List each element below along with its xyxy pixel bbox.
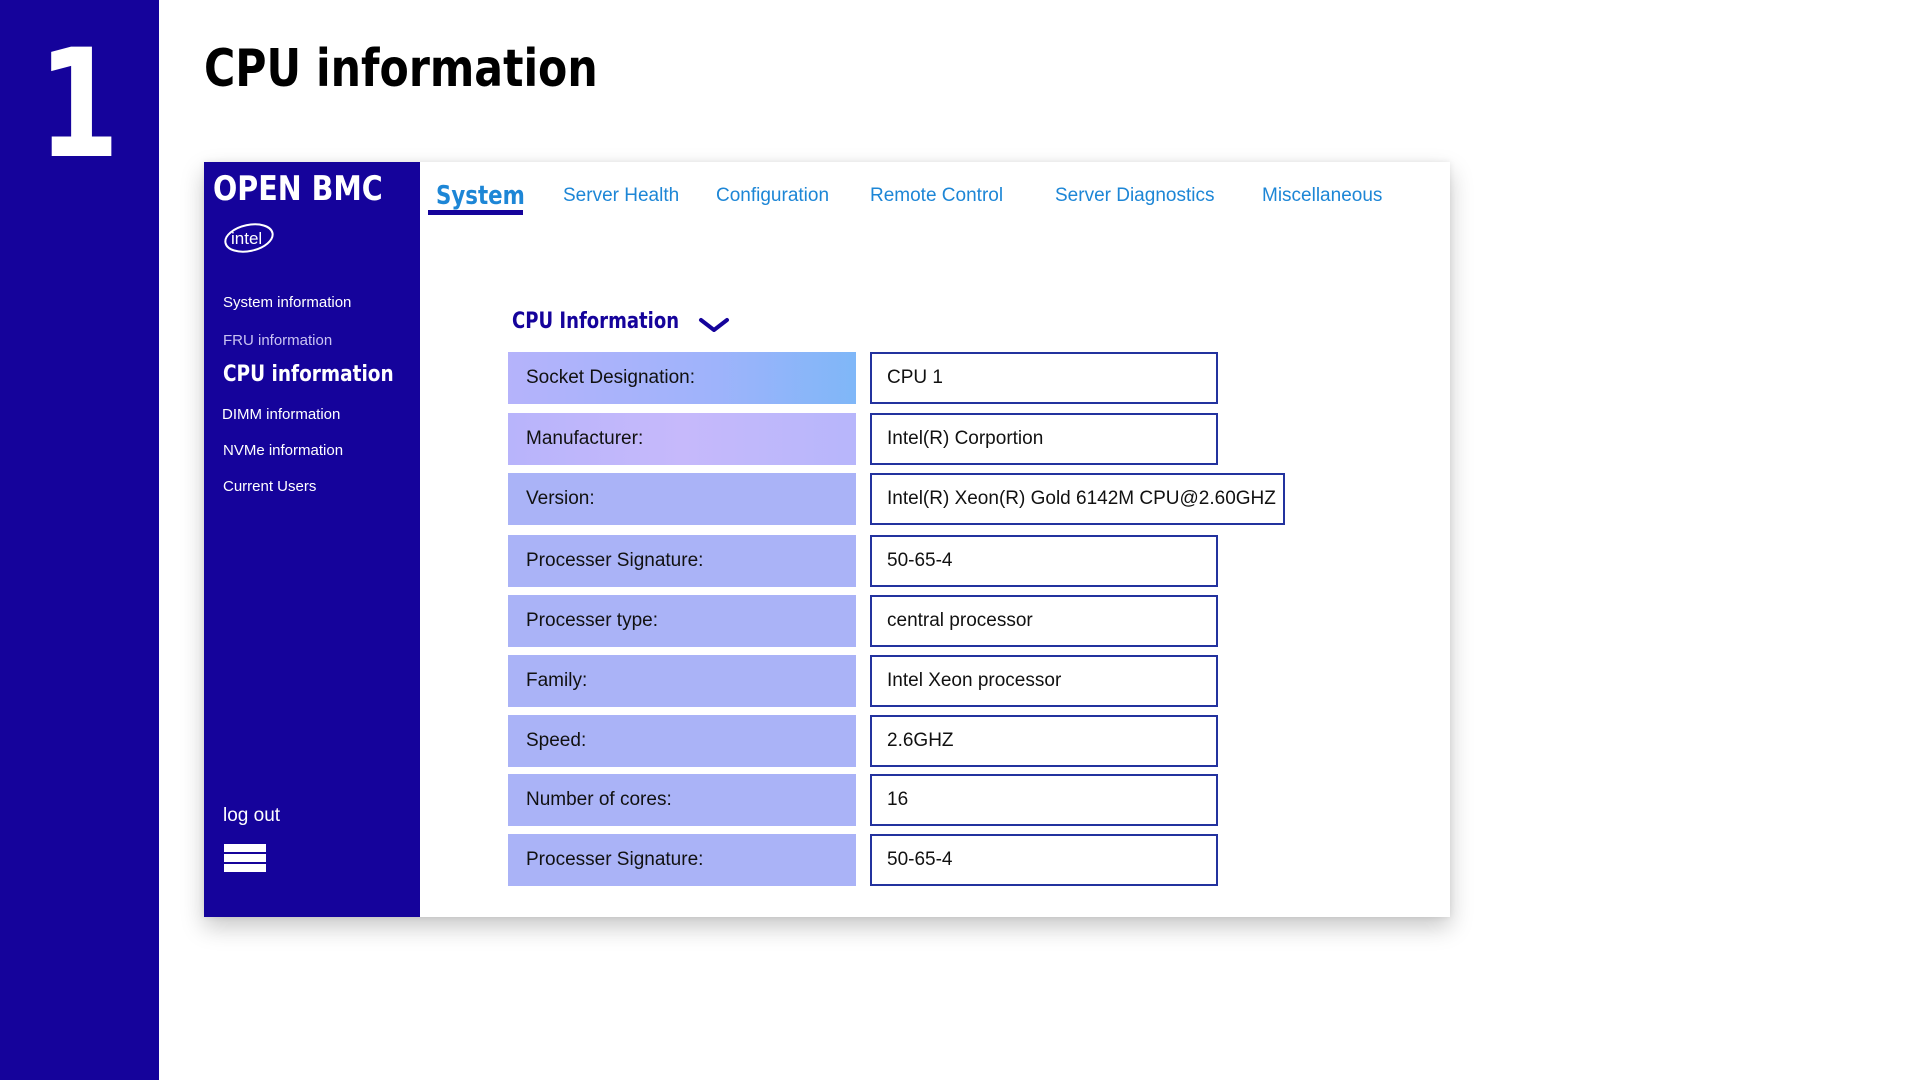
field-value: 50-65-4 bbox=[870, 535, 1218, 587]
field-value: 16 bbox=[870, 774, 1218, 826]
brand-title: OPEN BMC bbox=[213, 169, 383, 209]
field-value: 2.6GHZ bbox=[870, 715, 1218, 767]
field-label: Version: bbox=[508, 473, 856, 525]
tab-miscellaneous[interactable]: Miscellaneous bbox=[1262, 174, 1382, 218]
sidebar-item-fru-information[interactable]: FRU information bbox=[223, 332, 332, 350]
slide-side-band: 1 bbox=[0, 0, 159, 1080]
bmc-window: OPEN BMC intel System information FRU in… bbox=[204, 162, 1450, 917]
slide-title: CPU information bbox=[204, 39, 598, 99]
sidebar: OPEN BMC intel System information FRU in… bbox=[204, 162, 420, 917]
field-value: CPU 1 bbox=[870, 352, 1218, 404]
field-value: 50-65-4 bbox=[870, 834, 1218, 886]
logout-link[interactable]: log out bbox=[223, 805, 280, 827]
field-label: Processer type: bbox=[508, 595, 856, 647]
chevron-down-icon[interactable] bbox=[698, 316, 730, 334]
svg-text:intel: intel bbox=[231, 229, 262, 248]
field-label: Family: bbox=[508, 655, 856, 707]
field-label: Manufacturer: bbox=[508, 413, 856, 465]
sidebar-item-dimm-information[interactable]: DIMM information bbox=[222, 406, 340, 424]
tab-remote-control[interactable]: Remote Control bbox=[870, 174, 1003, 218]
field-label: Processer Signature: bbox=[508, 535, 856, 587]
section-title: CPU Information bbox=[512, 309, 680, 334]
slide-number: 1 bbox=[38, 18, 120, 192]
field-label: Processer Signature: bbox=[508, 834, 856, 886]
top-tabs: System Server Health Configuration Remot… bbox=[420, 162, 1450, 222]
hamburger-menu-icon[interactable] bbox=[224, 844, 266, 874]
active-tab-indicator bbox=[428, 210, 523, 215]
field-value: Intel(R) Xeon(R) Gold 6142M CPU@2.60GHZ bbox=[870, 473, 1285, 525]
sidebar-item-cpu-information[interactable]: CPU information bbox=[223, 362, 394, 388]
field-value: Intel Xeon processor bbox=[870, 655, 1218, 707]
tab-server-health[interactable]: Server Health bbox=[563, 174, 679, 218]
field-label: Speed: bbox=[508, 715, 856, 767]
field-value: central processor bbox=[870, 595, 1218, 647]
sidebar-item-system-information[interactable]: System information bbox=[223, 294, 351, 312]
sidebar-item-nvme-information[interactable]: NVMe information bbox=[223, 442, 343, 460]
field-value: Intel(R) Corportion bbox=[870, 413, 1218, 465]
field-label: Number of cores: bbox=[508, 774, 856, 826]
tab-server-diagnostics[interactable]: Server Diagnostics bbox=[1055, 174, 1214, 218]
field-label: Socket Designation: bbox=[508, 352, 856, 404]
intel-logo: intel bbox=[224, 223, 274, 253]
sidebar-item-current-users[interactable]: Current Users bbox=[223, 478, 316, 496]
tab-configuration[interactable]: Configuration bbox=[716, 174, 829, 218]
section-header-cpu-information[interactable]: CPU Information bbox=[512, 304, 729, 340]
